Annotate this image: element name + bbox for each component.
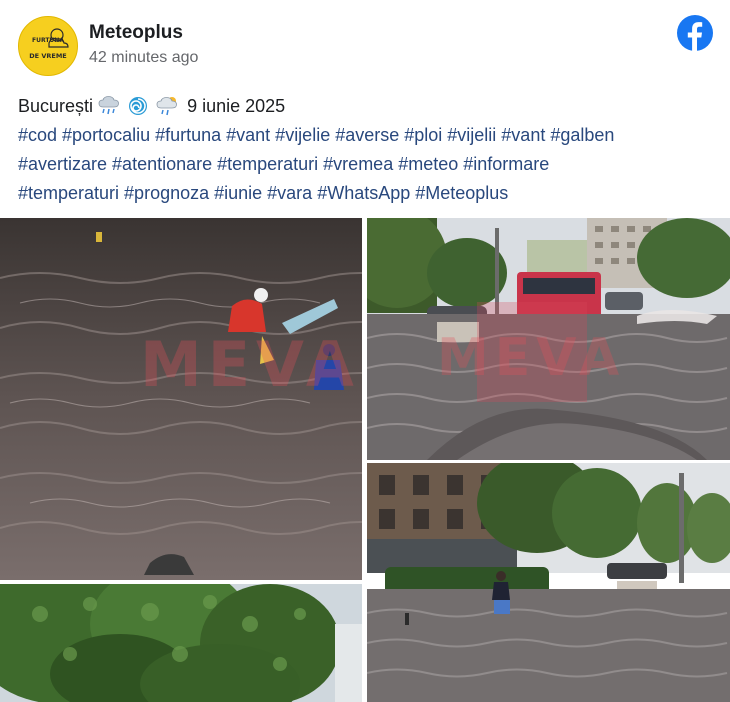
avatar-text-bottom: DE VREME [29,52,67,60]
flooded-street-rescue-photo[interactable]: MEVA [0,218,362,580]
post-date: 9 iunie 2025 [187,96,286,116]
hashtag-line-3[interactable]: #temperaturi #prognoza #iunie #vara #Wha… [18,179,718,208]
cyclone-icon [129,97,148,115]
post-header: FURTUNA DE VREME Meteoplus 42 minutes ag… [0,0,730,84]
cloud-rain-icon [98,96,119,115]
cloud-rain-sun-icon [156,97,177,116]
tree-canopy-photo[interactable] [0,584,362,702]
post-title-line: București 9 iunie 2025 [18,92,718,121]
photo-gallery: MEVA MEVA [0,218,730,702]
avatar-text-top: FURTUNA [32,37,64,44]
post-body: București 9 iunie 2025 #cod #portocaliu … [18,92,718,208]
sun-cloud-icon [48,28,69,48]
page-avatar[interactable]: FURTUNA DE VREME [18,16,78,76]
person-wading-flood-photo[interactable] [367,463,730,702]
flooded-boulevard-bus-photo[interactable]: MEVA [367,218,730,460]
location-text: București [18,96,94,116]
author-name[interactable]: Meteoplus [89,22,183,44]
hashtag-line-2[interactable]: #avertizare #atentionare #temperaturi #v… [18,150,718,179]
post-timestamp[interactable]: 42 minutes ago [89,49,198,67]
hashtag-line-1[interactable]: #cod #portocaliu #furtuna #vant #vijelie… [18,121,718,150]
facebook-icon[interactable] [677,15,713,51]
